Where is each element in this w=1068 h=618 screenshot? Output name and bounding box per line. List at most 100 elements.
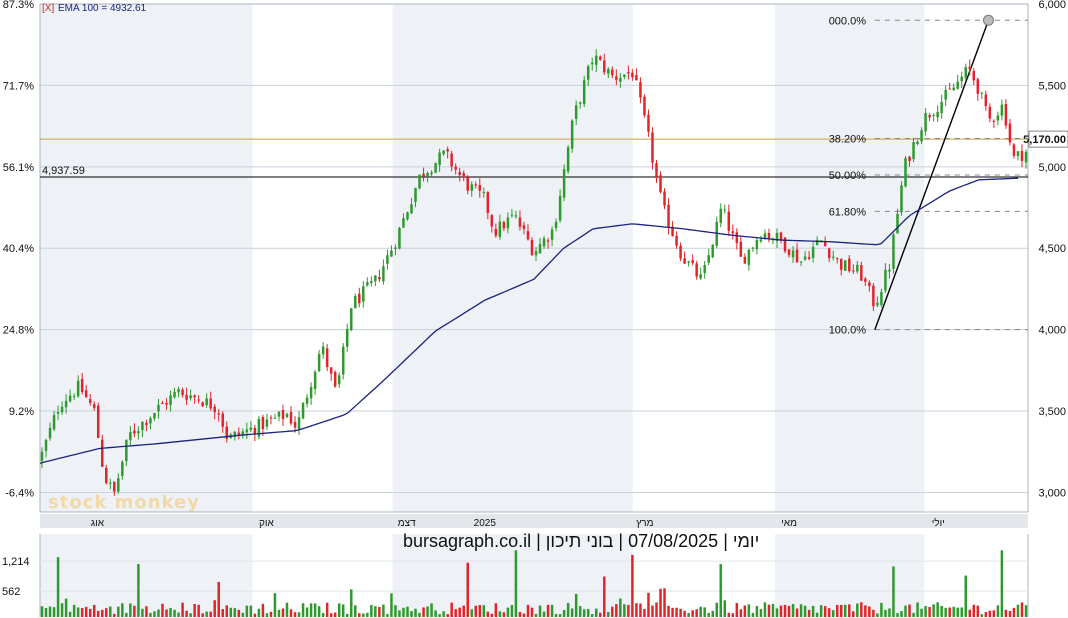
candle-body [390,250,393,257]
volume-bar [438,614,441,617]
volume-bar [635,603,638,617]
left-axis-tick: 9.2% [9,406,34,418]
volume-bar [422,607,425,617]
candle-body [486,192,490,214]
candle-body [181,389,184,396]
volume-bar [936,602,939,617]
volume-bar [133,605,136,617]
candle-body [578,102,582,104]
last-price-label: 5,170.00 [1023,134,1066,146]
candle-body [269,417,273,419]
candle-body [755,239,759,250]
candle-body [165,403,168,405]
candle-body [56,412,60,414]
candle-body [976,79,980,94]
volume-bar [695,609,698,617]
candle-body [490,215,494,227]
volume-bar [418,612,421,617]
volume-bar [121,603,124,617]
candle-body [988,106,992,119]
volume-bar [707,612,710,617]
volume-bar [892,566,895,617]
candle-body [305,397,309,404]
volume-bar [84,606,88,617]
volume-bar [1012,607,1016,617]
volume-bar [956,607,959,617]
candle-body [538,244,542,254]
volume-bar [450,602,453,617]
candle-body [80,378,84,392]
volume-bar [595,608,598,617]
candle-body [370,281,373,283]
candle-body [185,394,188,400]
volume-bar [358,613,361,617]
candle-body [494,228,498,236]
candle-body [325,348,329,367]
candle-body [117,478,120,492]
volume-bar [281,608,285,617]
candle-body [550,229,554,240]
candle-body [872,285,875,307]
volume-bar [317,606,321,617]
volume-bar [803,605,807,617]
volume-bar [655,602,658,617]
volume-bar [755,605,759,617]
volume-bar [394,605,397,617]
volume-bar [510,605,514,617]
right-axis-tick: 3,500 [1038,406,1066,418]
shaded-band-volume [40,534,253,617]
month-label: דצמ [398,518,416,529]
candle-body [177,389,180,393]
volume-bar [611,606,614,617]
volume-bar [554,614,558,617]
volume-bar [667,605,670,617]
candle-body [582,80,586,105]
volume-bar [767,604,771,617]
volume-bar [1008,611,1012,617]
volume-bar [538,605,542,617]
candle-body [522,225,526,229]
candle-body [960,76,963,82]
volume-bar [948,607,951,617]
candle-body [827,248,831,258]
volume-bar [466,562,469,617]
volume-bar [518,612,522,617]
candle-body [956,81,959,89]
volume-bar [522,613,526,617]
candle-body [193,395,196,398]
candle-body [627,72,630,74]
volume-bar [876,613,879,617]
candle-body [916,141,919,144]
candle-body [735,232,739,244]
volume-bar [137,564,140,617]
volume-bar [747,604,751,617]
volume-bar [819,605,823,617]
volume-bar [354,605,357,617]
candle-body [169,395,172,405]
candle-body [739,241,743,257]
volume-bar [490,613,494,617]
volume-bar [884,609,887,617]
right-axis-tick: 6,000 [1038,0,1066,11]
candle-body [763,233,767,239]
volume-bar [165,609,168,617]
volume-bar [209,611,212,617]
volume-bar [101,609,104,617]
volume-bar [269,611,273,617]
candle-body [374,275,377,282]
candle-body [113,481,116,492]
candle-body [747,249,751,265]
candle-body [201,402,204,407]
volume-bar [201,613,204,617]
candle-body [1020,151,1024,162]
volume-bar [462,605,465,617]
candle-body [145,423,148,426]
volume-bar [341,604,345,617]
month-label: אוג [91,518,105,529]
candle-body [659,175,662,193]
volume-tick-label: 1,214 [2,556,30,568]
volume-bar [125,612,128,617]
volume-bar [430,603,433,617]
candle-body [992,120,996,122]
volume-bar [562,610,566,617]
